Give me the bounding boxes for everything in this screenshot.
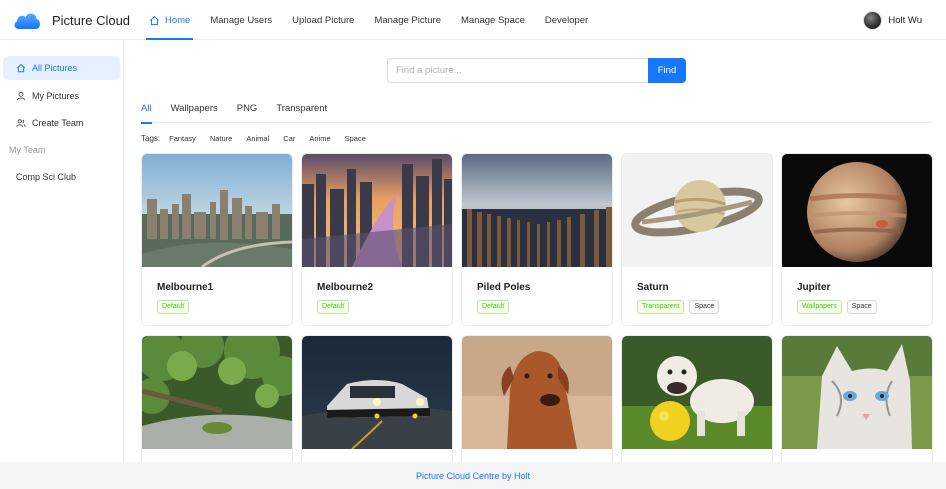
category-tabs: All Wallpapers PNG Transparent bbox=[141, 98, 933, 124]
picture-thumbnail[interactable] bbox=[302, 154, 452, 267]
picture-tag: Default bbox=[477, 300, 510, 314]
tab-transparent[interactable]: Transparent bbox=[276, 98, 327, 123]
picture-thumbnail[interactable] bbox=[142, 336, 292, 449]
sidebar: All Pictures My Pictures Create Team My … bbox=[0, 40, 124, 462]
user-name: Holt Wu bbox=[888, 14, 922, 26]
main-content: Find All Wallpapers PNG Transparent Tags… bbox=[125, 40, 946, 462]
nav-developer[interactable]: Developer bbox=[536, 0, 597, 40]
picture-card[interactable] bbox=[301, 335, 453, 462]
nav-home-label: Home bbox=[165, 14, 191, 26]
brand[interactable]: Picture Cloud bbox=[12, 0, 130, 40]
picture-thumbnail[interactable] bbox=[142, 154, 292, 267]
picture-tags: Transparent Space bbox=[637, 300, 724, 314]
picture-title: Melbourne1 bbox=[157, 282, 214, 293]
tag-filter-item[interactable]: Space bbox=[345, 134, 366, 143]
picture-thumbnail[interactable] bbox=[462, 336, 612, 449]
picture-icon bbox=[16, 63, 26, 73]
user-icon bbox=[17, 91, 25, 101]
picture-card[interactable]: Melbourne1 Default bbox=[141, 153, 293, 326]
picture-title: Jupiter bbox=[797, 282, 831, 293]
tag-filter-item[interactable]: Nature bbox=[210, 134, 233, 143]
picture-tag: Default bbox=[157, 300, 190, 314]
tag-filter: Tags: Fantasy Nature Animal Car Anime Sp… bbox=[141, 134, 380, 143]
cloud-icon bbox=[14, 13, 40, 29]
nav-upload-picture-label: Upload Picture bbox=[292, 14, 355, 26]
picture-tags: Wallpapers Space bbox=[797, 300, 882, 314]
tag-filter-item[interactable]: Fantasy bbox=[169, 134, 196, 143]
picture-tag: Space bbox=[846, 300, 877, 314]
picture-card[interactable]: Melbourne2 Default bbox=[301, 153, 453, 326]
picture-tags: Default bbox=[317, 300, 354, 314]
sidebar-item-create-team[interactable]: Create Team bbox=[3, 111, 120, 135]
picture-card[interactable]: Saturn Transparent Space bbox=[621, 153, 773, 326]
sidebar-item-all-pictures[interactable]: All Pictures bbox=[3, 56, 120, 80]
picture-thumbnail[interactable] bbox=[462, 154, 612, 267]
sidebar-item-my-pictures[interactable]: My Pictures bbox=[3, 84, 120, 108]
sidebar-item-label: Create Team bbox=[32, 118, 84, 128]
nav-manage-space[interactable]: Manage Space bbox=[452, 0, 534, 40]
search-input[interactable] bbox=[387, 58, 648, 83]
brand-name: Picture Cloud bbox=[52, 12, 131, 28]
picture-thumbnail[interactable] bbox=[622, 154, 772, 267]
nav-manage-users-label: Manage Users bbox=[210, 14, 273, 26]
tab-all[interactable]: All bbox=[141, 98, 152, 124]
main-nav: Home Manage Users Upload Picture Manage … bbox=[140, 0, 599, 40]
tag-filter-item[interactable]: Car bbox=[283, 134, 295, 143]
picture-thumbnail[interactable] bbox=[782, 336, 932, 449]
picture-title: Melbourne2 bbox=[317, 282, 374, 293]
search-bar: Find bbox=[387, 58, 686, 83]
sidebar-item-team[interactable]: Comp Sci Club bbox=[3, 165, 120, 189]
picture-card[interactable] bbox=[141, 335, 293, 462]
picture-card[interactable]: Piled Poles Default bbox=[461, 153, 613, 326]
picture-tag: Transparent bbox=[637, 300, 685, 314]
page-footer: Picture Cloud Centre by Holt bbox=[0, 462, 946, 489]
avatar[interactable] bbox=[863, 10, 883, 30]
nav-upload-picture[interactable]: Upload Picture bbox=[283, 0, 363, 40]
tab-png[interactable]: PNG bbox=[237, 98, 258, 123]
footer-text[interactable]: Picture Cloud Centre by Holt bbox=[416, 471, 530, 481]
nav-manage-space-label: Manage Space bbox=[460, 14, 525, 26]
user-menu[interactable]: Holt Wu bbox=[863, 0, 922, 40]
nav-manage-users[interactable]: Manage Users bbox=[201, 0, 281, 40]
nav-developer-label: Developer bbox=[544, 14, 589, 26]
find-button[interactable]: Find bbox=[648, 58, 686, 83]
tag-filter-item[interactable]: Anime bbox=[309, 134, 330, 143]
tab-wallpapers[interactable]: Wallpapers bbox=[171, 98, 218, 123]
picture-title: Saturn bbox=[637, 282, 669, 293]
picture-tag: Wallpapers bbox=[797, 300, 842, 314]
tag-filter-item[interactable]: Animal bbox=[246, 134, 269, 143]
picture-tag: Space bbox=[689, 300, 720, 314]
sidebar-group-label: My Team bbox=[9, 145, 46, 155]
picture-card[interactable] bbox=[461, 335, 613, 462]
picture-tags: Default bbox=[157, 300, 194, 314]
picture-tag: Default bbox=[317, 300, 350, 314]
picture-card[interactable]: Jupiter Wallpapers Space bbox=[781, 153, 933, 326]
nav-manage-picture-label: Manage Picture bbox=[374, 14, 441, 26]
picture-thumbnail[interactable] bbox=[622, 336, 772, 449]
nav-manage-picture[interactable]: Manage Picture bbox=[365, 0, 450, 40]
nav-home[interactable]: Home bbox=[140, 0, 199, 40]
sidebar-item-label: Comp Sci Club bbox=[16, 172, 77, 182]
picture-thumbnail[interactable] bbox=[782, 154, 932, 267]
top-header: Picture Cloud Home Manage Users Upload P… bbox=[0, 0, 946, 40]
sidebar-item-label: All Pictures bbox=[32, 63, 78, 73]
home-icon bbox=[150, 15, 159, 25]
picture-card[interactable] bbox=[621, 335, 773, 462]
picture-thumbnail[interactable] bbox=[302, 336, 452, 449]
picture-card[interactable] bbox=[781, 335, 933, 462]
sidebar-item-label: My Pictures bbox=[32, 91, 80, 101]
team-icon bbox=[16, 119, 26, 127]
picture-title: Piled Poles bbox=[477, 282, 531, 293]
tags-label: Tags: bbox=[141, 134, 161, 143]
picture-tags: Default bbox=[477, 300, 514, 314]
